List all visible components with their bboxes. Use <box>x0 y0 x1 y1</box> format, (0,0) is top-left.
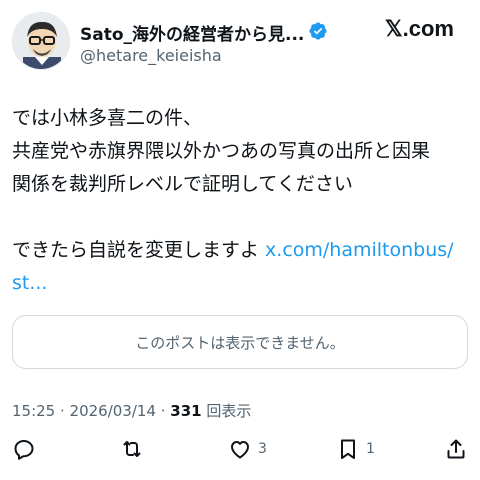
share-icon <box>447 439 465 459</box>
retweet-icon <box>123 441 141 457</box>
tweet-line: できたら自説を変更しますよ x.com/hamiltonbus/ <box>12 234 472 267</box>
like-button[interactable]: 3 <box>228 436 267 462</box>
reply-button[interactable] <box>12 436 42 462</box>
tweet-line: st... <box>12 267 472 300</box>
views-count: 331 <box>170 402 202 420</box>
tweet-text: では小林多喜二の件、 共産党や赤旗界隈以外かつあの写真の出所と因果 関係を裁判所… <box>12 102 472 300</box>
reply-icon <box>14 440 34 460</box>
bookmark-count: 1 <box>366 441 375 457</box>
heart-icon <box>231 441 249 459</box>
tweet-link[interactable]: x.com/hamiltonbus/ <box>265 239 454 261</box>
avatar[interactable] <box>12 12 70 70</box>
views-label: 回表示 <box>201 402 252 420</box>
bookmark-button[interactable]: 1 <box>336 436 375 462</box>
display-name[interactable]: Sato_海外の経営者から見... <box>80 20 304 45</box>
verified-badge-icon <box>309 22 327 40</box>
retweet-button[interactable] <box>120 436 150 462</box>
quoted-post-unavailable-text: このポストは表示できません。 <box>135 333 345 352</box>
bookmark-icon <box>341 439 355 459</box>
user-handle[interactable]: @hetare_keieisha <box>80 46 222 65</box>
tweet-meta: 15:25 · 2026/03/14 · 331 回表示 <box>12 400 251 421</box>
tweet-line: 共産党や赤旗界隈以外かつあの写真の出所と因果 <box>12 140 431 162</box>
x-com-brand: 𝕏.com <box>384 16 454 41</box>
like-count: 3 <box>258 441 267 457</box>
tweet-card: Sato_海外の経営者から見... @hetare_keieisha 𝕏.com… <box>0 0 480 480</box>
avatar-illustration <box>13 13 69 69</box>
tweet-line-text: できたら自説を変更しますよ <box>12 239 266 261</box>
tweet-link-continued[interactable]: st... <box>12 272 47 294</box>
quoted-post-unavailable: このポストは表示できません。 <box>12 315 468 369</box>
tweet-line: では小林多喜二の件、 <box>12 107 203 129</box>
tweet-line: 関係を裁判所レベルで証明してください <box>12 173 353 195</box>
timestamp[interactable]: 15:25 · 2026/03/14 · <box>12 402 170 420</box>
share-button[interactable] <box>444 436 468 462</box>
